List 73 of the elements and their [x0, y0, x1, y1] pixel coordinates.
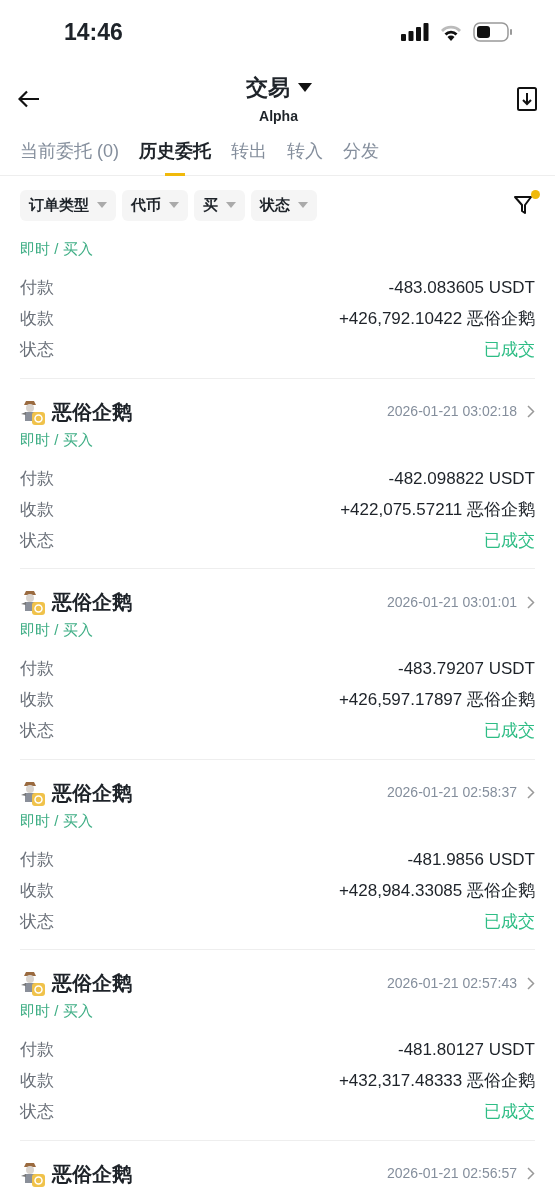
field-value: -483.083605 USDT [388, 277, 535, 300]
field-label: 收款 [20, 879, 54, 902]
filter-dropdown[interactable]: 订单类型 [20, 189, 116, 221]
field-value: +426,792.10422 恶俗企鹅 [338, 308, 535, 331]
caret-icon [169, 202, 179, 208]
back-arrow-icon[interactable] [18, 90, 40, 108]
token-avatar-icon [20, 398, 46, 425]
download-icon[interactable] [517, 87, 537, 111]
field-label: 收款 [20, 1070, 54, 1093]
order-time: 2026-01-21 03:02:18 [387, 402, 517, 421]
field-label: 状态 [20, 720, 54, 743]
wifi-icon [439, 23, 463, 41]
field-label: 收款 [20, 689, 54, 712]
tab[interactable]: 历史委托 [139, 138, 211, 175]
chevron-right-icon[interactable] [527, 976, 535, 990]
status-value: 已成交 [484, 1101, 535, 1124]
field-value: -483.79207 USDT [397, 658, 535, 681]
field-label: 状态 [20, 529, 54, 552]
token-name: 恶俗企鹅 [52, 971, 132, 996]
field-label: 状态 [20, 339, 54, 362]
field-label: 状态 [20, 910, 54, 933]
filter-dropdown[interactable]: 状态 [251, 189, 317, 221]
order-type: 即时 / 买入 [20, 429, 94, 450]
status-value: 已成交 [484, 339, 535, 362]
battery-icon [473, 22, 513, 42]
token-avatar-icon [20, 589, 46, 615]
field-value: -481.9856 USDT [407, 848, 535, 871]
field-label: 付款 [20, 277, 54, 300]
token-name: 恶俗企鹅 [52, 399, 132, 425]
field-value: +422,075.57211 恶俗企鹅 [340, 498, 535, 521]
order-time: 2026-01-21 03:01:01 [387, 592, 517, 612]
token-name: 恶俗企鹅 [52, 780, 132, 806]
field-label: 付款 [20, 658, 54, 681]
token-avatar-icon [20, 970, 46, 996]
token-name: 恶俗企鹅 [52, 1161, 132, 1187]
status-time: 14:46 [64, 17, 123, 47]
order-time: 2026-01-21 02:56:57 [387, 1164, 517, 1183]
field-label: 状态 [20, 1101, 54, 1124]
chevron-right-icon[interactable] [527, 405, 535, 418]
field-label: 收款 [20, 308, 54, 331]
field-value: -482.098822 USDT [388, 467, 535, 490]
status-value: 已成交 [484, 529, 535, 552]
field-label: 付款 [20, 1039, 54, 1062]
order-type: 即时 / 买入 [20, 620, 94, 640]
caret-icon [298, 202, 308, 208]
signal-icon [401, 23, 429, 41]
field-value: -481.80127 USDT [397, 1039, 535, 1062]
page-title[interactable]: 交易 [245, 71, 290, 104]
order-type: 即时 / 买入 [20, 239, 94, 259]
status-value: 已成交 [484, 720, 535, 743]
caret-icon [97, 202, 107, 208]
token-avatar-icon [20, 1160, 46, 1187]
field-value: +426,597.17897 恶俗企鹅 [338, 689, 535, 712]
field-label: 付款 [20, 467, 54, 490]
token-avatar-icon [20, 779, 46, 806]
chevron-right-icon[interactable] [527, 595, 535, 609]
filter-dropdown[interactable]: 代币 [122, 189, 188, 221]
order-type: 即时 / 买入 [20, 810, 94, 831]
page-subtitle: Alpha [259, 107, 298, 126]
field-value: +432,317.48333 恶俗企鹅 [338, 1070, 535, 1093]
token-name: 恶俗企鹅 [52, 590, 132, 615]
order-type: 即时 / 买入 [20, 1001, 94, 1021]
chevron-right-icon[interactable] [527, 786, 535, 799]
order-time: 2026-01-21 02:57:43 [387, 973, 517, 993]
caret-icon [226, 202, 236, 208]
field-label: 收款 [20, 498, 54, 521]
order-time: 2026-01-21 02:58:37 [387, 783, 517, 802]
dropdown-caret-icon[interactable] [297, 83, 312, 92]
status-value: 已成交 [484, 910, 535, 933]
field-value: +428,984.33085 恶俗企鹅 [338, 879, 535, 902]
chevron-right-icon[interactable] [527, 1167, 535, 1180]
field-label: 付款 [20, 848, 54, 871]
filter-dropdown[interactable]: 买 [194, 189, 245, 221]
